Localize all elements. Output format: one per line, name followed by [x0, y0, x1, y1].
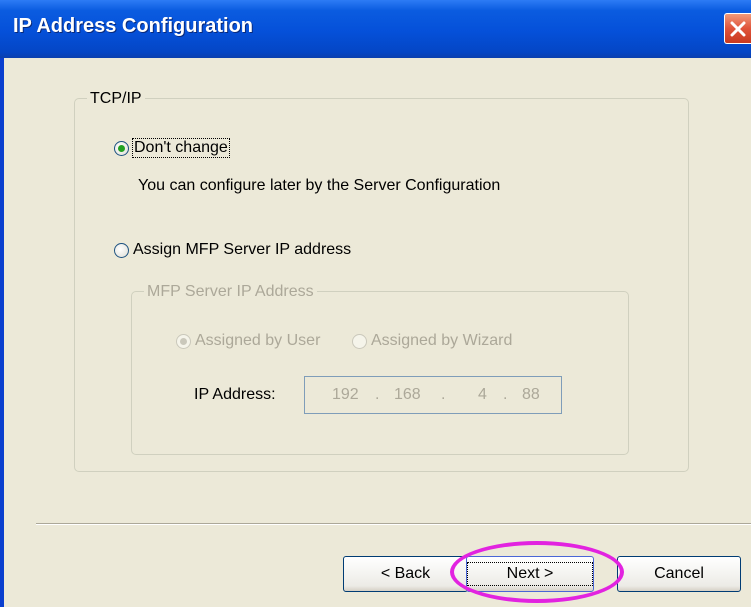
cancel-button-label: Cancel: [654, 565, 704, 582]
ip-octet-3: 4: [478, 386, 487, 403]
radio-unchecked-icon: [352, 333, 367, 349]
mfp-ip-groupbox: [131, 291, 629, 455]
assigned-by-wizard-label: Assigned by Wizard: [371, 332, 513, 349]
ip-dot-2: .: [441, 386, 446, 403]
ip-octet-4: 88: [522, 386, 540, 403]
dont-change-label: Don't change: [132, 138, 230, 158]
assign-ip-radio[interactable]: Assign MFP Server IP address: [114, 239, 351, 261]
close-button[interactable]: [724, 13, 751, 44]
next-button[interactable]: Next >: [466, 556, 594, 592]
next-button-label: Next >: [506, 565, 554, 582]
assigned-by-wizard-radio[interactable]: Assigned by Wizard: [352, 330, 512, 352]
ip-octet-2: 168: [394, 386, 421, 403]
radio-unchecked-icon: [114, 242, 129, 258]
window-title: IP Address Configuration: [13, 15, 254, 37]
dialog-window: IP Address Configuration TCP/IP Don't ch…: [0, 0, 751, 607]
assign-ip-label: Assign MFP Server IP address: [133, 241, 352, 258]
ip-address-label: IP Address:: [194, 386, 276, 403]
assigned-by-user-label: Assigned by User: [195, 332, 321, 349]
dont-change-note: You can configure later by the Server Co…: [138, 177, 501, 194]
back-button[interactable]: < Back: [343, 556, 468, 592]
tcpip-group-label: TCP/IP: [87, 90, 145, 108]
cancel-button[interactable]: Cancel: [617, 556, 741, 592]
assigned-by-user-radio[interactable]: Assigned by User: [176, 330, 320, 352]
back-button-label: < Back: [380, 565, 431, 582]
title-bar[interactable]: IP Address Configuration: [0, 0, 751, 58]
footer-separator: [36, 523, 751, 525]
radio-checked-icon: [176, 333, 191, 349]
mfp-group-label: MFP Server IP Address: [144, 283, 317, 301]
ip-dot-1: .: [375, 386, 380, 403]
ip-dot-3: .: [503, 386, 508, 403]
dont-change-radio[interactable]: Don't change: [114, 137, 230, 159]
ip-address-field[interactable]: 192 . 168 . 4 . 88: [304, 376, 562, 414]
radio-checked-icon: [114, 140, 129, 156]
ip-octet-1: 192: [332, 386, 359, 403]
